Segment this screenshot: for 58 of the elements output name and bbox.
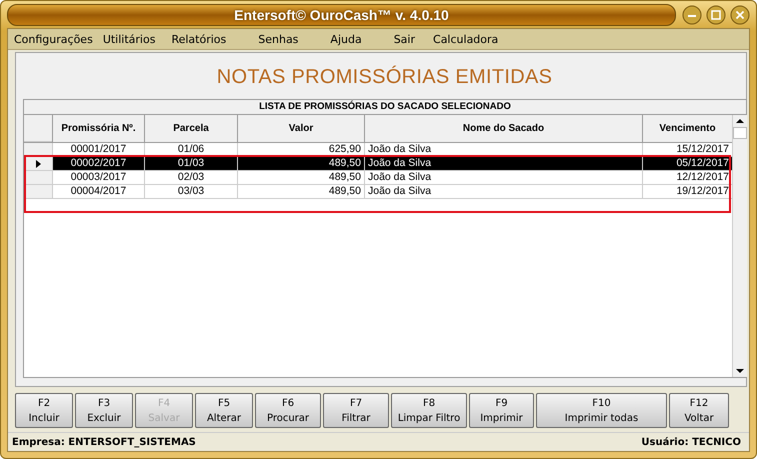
- user-label: Usuário: TECNICO: [641, 436, 741, 448]
- table-cell: 19/12/2017: [676, 185, 729, 197]
- function-key-button[interactable]: F7 Filtrar: [323, 393, 389, 428]
- menu-item[interactable]: Configurações: [14, 32, 93, 46]
- table-cell: 01/03: [178, 157, 204, 169]
- vertical-scrollbar[interactable]: [732, 115, 747, 377]
- window-title: Entersoft© OuroCash™ v. 4.0.10: [234, 6, 449, 22]
- table-cell: João da Silva: [368, 171, 432, 183]
- table-cell: 12/12/2017: [676, 171, 729, 183]
- function-key-button[interactable]: F6 Procurar: [255, 393, 321, 428]
- grid-caption: LISTA DE PROMISSÓRIAS DO SACADO SELECIONADO: [24, 100, 746, 115]
- table-row[interactable]: 00003/2017 02/03 489,50 João da Silva 12/12/2017: [24, 171, 732, 185]
- function-key-button[interactable]: F10 Imprimir todas: [536, 393, 667, 428]
- menu-item[interactable]: Relatórios: [171, 32, 226, 46]
- table-cell: João da Silva: [368, 143, 432, 155]
- scroll-thumb[interactable]: [733, 127, 747, 139]
- minimize-icon[interactable]: [682, 4, 702, 24]
- function-key-button[interactable]: F5 Alterar: [195, 393, 253, 428]
- table-cell: 02/03: [178, 171, 204, 183]
- scroll-up-icon[interactable]: [736, 118, 744, 124]
- menu-item[interactable]: Senhas: [258, 32, 298, 46]
- table-cell: 00004/2017: [70, 185, 126, 197]
- table-cell: 489,50: [328, 185, 361, 197]
- scroll-down-icon[interactable]: [736, 368, 744, 374]
- function-key-button[interactable]: F9 Imprimir: [469, 393, 534, 428]
- table-cell: 03/03: [178, 185, 204, 197]
- menu-item[interactable]: Calculadora: [433, 32, 498, 46]
- company-label: Empresa: ENTERSOFT_SISTEMAS: [12, 436, 196, 448]
- function-key-button[interactable]: F2 Incluir: [15, 393, 73, 428]
- menu-item[interactable]: Utilitários: [102, 32, 156, 46]
- maximize-icon[interactable]: [706, 4, 726, 24]
- table-cell: 05/12/2017: [676, 157, 729, 169]
- table-cell: 489,50: [328, 171, 361, 183]
- table-cell: João da Silva: [368, 185, 432, 197]
- close-icon[interactable]: [730, 4, 750, 24]
- table-row[interactable]: 00004/2017 03/03 489,50 João da Silva 19/12/2017: [24, 185, 732, 199]
- column-header[interactable]: Nome do Sacado: [364, 115, 642, 142]
- function-key-button[interactable]: F3 Excluir: [75, 393, 133, 428]
- column-header[interactable]: Promissória Nº.: [52, 115, 144, 142]
- table-cell: 625,90: [328, 143, 361, 155]
- table-cell: João da Silva: [368, 157, 432, 169]
- row-pointer-icon: [36, 160, 40, 168]
- table-cell: 489,50: [328, 157, 361, 169]
- row-header-cell: [24, 115, 52, 142]
- table-cell: 15/12/2017: [676, 143, 729, 155]
- menu-item[interactable]: Sair: [394, 32, 416, 46]
- column-header[interactable]: Valor: [237, 115, 364, 142]
- function-key-button[interactable]: F12 Voltar: [669, 393, 729, 428]
- menu-item[interactable]: Ajuda: [330, 32, 362, 46]
- table-cell: 00002/2017: [70, 157, 126, 169]
- column-header[interactable]: Parcela: [144, 115, 237, 142]
- table-cell: 01/06: [178, 143, 204, 155]
- table-cell: 00003/2017: [70, 171, 126, 183]
- function-key-button[interactable]: F8 Limpar Filtro: [391, 393, 467, 428]
- table-row[interactable]: 00002/2017 01/03 489,50 João da Silva 05/12/2017: [24, 157, 732, 171]
- table-cell: 00001/2017: [70, 143, 126, 155]
- column-header[interactable]: Vencimento: [642, 115, 732, 142]
- page-heading: NOTAS PROMISSÓRIAS EMITIDAS: [216, 64, 554, 90]
